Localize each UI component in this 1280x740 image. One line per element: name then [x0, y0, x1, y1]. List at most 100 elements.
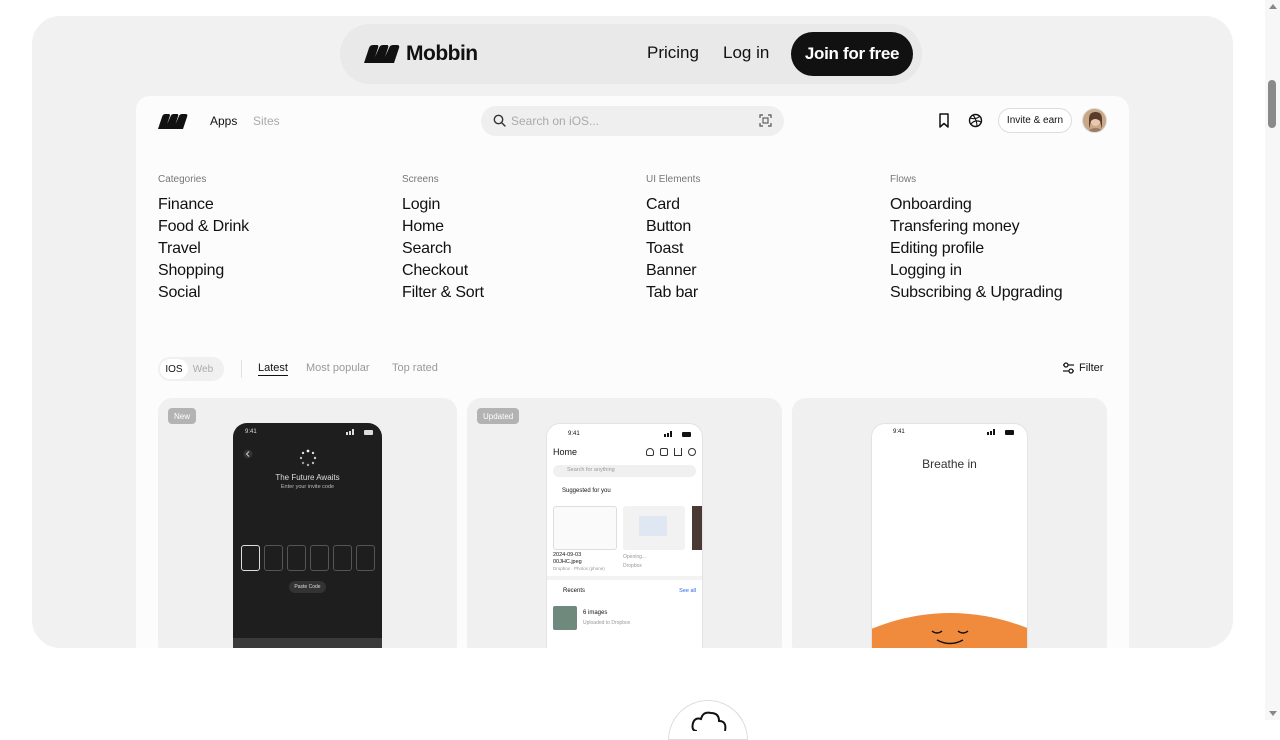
opening-source: Dropbox — [623, 563, 642, 569]
flow-link[interactable]: Subscribing & Upgrading — [890, 282, 1129, 304]
app-logo-icon[interactable] — [158, 114, 188, 129]
brand-logo[interactable]: Mobbin — [364, 42, 478, 66]
file-date: 2024-09-03 — [553, 552, 582, 558]
app-preview-window: Apps Sites Invite & earn — [136, 96, 1129, 648]
tab-apps[interactable]: Apps — [210, 114, 237, 128]
back-icon — [243, 449, 253, 459]
sort-most-popular[interactable]: Most popular — [306, 362, 370, 374]
scroll-up-arrow-icon[interactable] — [1269, 4, 1277, 9]
loading-spinner-icon — [299, 449, 317, 467]
search-icon — [493, 114, 506, 127]
scrollbar-thumb[interactable] — [1268, 80, 1276, 128]
platform-web[interactable]: Web — [188, 359, 218, 379]
invite-earn-button[interactable]: Invite & earn — [998, 108, 1072, 133]
ui-element-link[interactable]: Button — [646, 216, 886, 238]
app-header: Apps Sites Invite & earn — [136, 96, 1129, 146]
status-icons — [664, 431, 691, 437]
section-divider — [547, 576, 702, 580]
screen-link[interactable]: Filter & Sort — [402, 282, 642, 304]
phone-screen: 9:41 The Future Awaits Enter your invite… — [233, 423, 382, 648]
see-all-link: See all — [679, 588, 696, 594]
code-input-boxes — [241, 545, 375, 571]
app-card[interactable]: New 9:41 The Future Awaits Enter your in… — [158, 398, 457, 648]
column-categories: Categories Finance Food & Drink Travel S… — [158, 174, 398, 304]
phone-toolbar-icons — [646, 448, 696, 456]
column-heading: Flows — [890, 174, 917, 185]
recent-title: 6 images — [583, 610, 608, 616]
recent-meta: Uploaded to Dropbox — [583, 620, 631, 626]
ui-element-link[interactable]: Tab bar — [646, 282, 886, 304]
flow-link[interactable]: Onboarding — [890, 194, 1129, 216]
screen-link[interactable]: Search — [402, 238, 642, 260]
divider — [241, 360, 242, 378]
category-link[interactable]: Travel — [158, 238, 398, 260]
new-badge: New — [168, 408, 197, 424]
column-screens: Screens Login Home Search Checkout Filte… — [402, 174, 642, 304]
column-heading: Categories — [158, 174, 207, 185]
dribbble-icon[interactable] — [968, 113, 983, 128]
top-nav: Mobbin Pricing Log in Join for free — [340, 24, 922, 84]
column-heading: UI Elements — [646, 174, 701, 185]
phone-title: The Future Awaits — [275, 473, 340, 482]
brand-name: Mobbin — [406, 42, 478, 65]
flow-link[interactable]: Transfering money — [890, 216, 1129, 238]
status-time: 9:41 — [568, 431, 580, 437]
app-card[interactable]: 9:41 Breathe in — [792, 398, 1107, 648]
sort-latest[interactable]: Latest — [258, 362, 288, 376]
app-card[interactable]: Updated 9:41 Home Search for anything Su… — [467, 398, 782, 648]
category-link[interactable]: Shopping — [158, 260, 398, 282]
paste-code-button: Paste Code — [289, 581, 326, 593]
screen-link[interactable]: Login — [402, 194, 642, 216]
suggested-thumb — [692, 506, 702, 550]
phone-screen: 9:41 Home Search for anything Suggested … — [546, 423, 703, 648]
column-ui-elements: UI Elements Card Button Toast Banner Tab… — [646, 174, 886, 304]
column-heading: Screens — [402, 174, 439, 185]
category-link[interactable]: Finance — [158, 194, 398, 216]
flow-link[interactable]: Editing profile — [890, 238, 1129, 260]
image-search-icon[interactable] — [759, 114, 772, 127]
status-icons — [346, 429, 373, 435]
pricing-link[interactable]: Pricing — [647, 43, 699, 63]
bookmark-icon[interactable] — [937, 113, 951, 128]
recents-heading: Recents — [563, 588, 586, 594]
join-button[interactable]: Join for free — [791, 32, 913, 76]
phone-search-text: Search for anything — [567, 467, 615, 473]
ui-element-link[interactable]: Card — [646, 194, 886, 216]
phone-subtitle: Enter your invite code — [280, 484, 335, 490]
category-link[interactable]: Social — [158, 282, 398, 304]
platform-toggle: IOS Web — [158, 357, 224, 381]
filter-icon — [1063, 362, 1074, 374]
file-name: 00JHC.jpeg — [553, 559, 582, 565]
flow-link[interactable]: Logging in — [890, 260, 1129, 282]
updated-badge: Updated — [477, 408, 520, 424]
cloud-badge — [668, 700, 748, 740]
page-scrollbar[interactable] — [1265, 0, 1280, 720]
tab-sites[interactable]: Sites — [253, 114, 280, 128]
opening-text: Opening... — [623, 554, 647, 560]
avatar-face-icon — [1083, 109, 1106, 132]
cloud-icon — [691, 711, 727, 731]
search-input[interactable] — [511, 106, 741, 136]
suggested-thumb — [553, 506, 617, 550]
suggested-thumb — [623, 506, 685, 550]
phone-title: Home — [553, 447, 578, 457]
login-link[interactable]: Log in — [723, 43, 769, 63]
keyboard — [233, 638, 382, 648]
avatar[interactable] — [1082, 108, 1107, 133]
search-bar[interactable] — [481, 106, 784, 136]
phone-screen: 9:41 Breathe in — [871, 423, 1028, 648]
screen-link[interactable]: Home — [402, 216, 642, 238]
browse-columns: Categories Finance Food & Drink Travel S… — [158, 174, 1108, 304]
suggested-heading: Suggested for you — [562, 488, 611, 494]
file-meta: Dropbox · Photos (phone) — [553, 566, 605, 571]
scroll-down-arrow-icon[interactable] — [1269, 711, 1277, 716]
sort-top-rated[interactable]: Top rated — [392, 362, 438, 374]
status-icons — [987, 429, 1014, 435]
screen-link[interactable]: Checkout — [402, 260, 642, 282]
status-time: 9:41 — [245, 429, 257, 435]
filter-button[interactable]: Filter — [1062, 362, 1103, 374]
category-link[interactable]: Food & Drink — [158, 216, 398, 238]
ui-element-link[interactable]: Banner — [646, 260, 886, 282]
platform-ios[interactable]: IOS — [160, 359, 188, 379]
ui-element-link[interactable]: Toast — [646, 238, 886, 260]
